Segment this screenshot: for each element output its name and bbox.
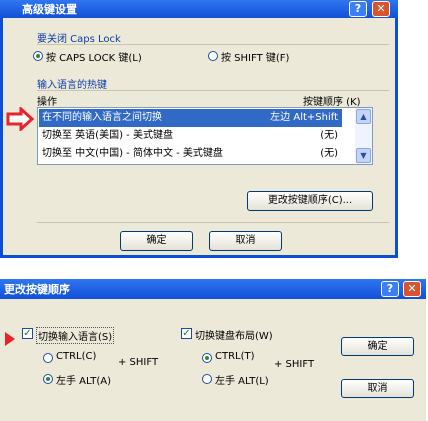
layout-ctrl-radio[interactable] <box>202 353 212 363</box>
action-column-header: 操作 <box>37 97 57 108</box>
change-key-sequence-button[interactable]: 更改按键顺序(C)... <box>247 191 373 211</box>
language-plus-shift-label: + SHIFT <box>118 357 159 368</box>
cancel-button[interactable]: 取消 <box>341 379 414 398</box>
layout-plus-shift-label: + SHIFT <box>274 359 315 370</box>
ok-button[interactable]: 确定 <box>120 231 193 251</box>
hotkey-key: (无) <box>320 130 338 141</box>
switch-language-checkbox[interactable]: ✓ <box>22 328 33 339</box>
shift-option-label: 按 SHIFT 键(F) <box>221 53 290 64</box>
hotkey-row[interactable]: 在不同的输入语言之间切换 左边 Alt+Shift <box>39 109 342 127</box>
key-sequence-column-header: 按键顺序 (K) <box>303 97 361 108</box>
hotkey-action: 在不同的输入语言之间切换 <box>42 112 162 123</box>
title-bar[interactable]: 更改按键顺序 ? ✕ <box>0 279 426 299</box>
divider <box>37 44 389 45</box>
hotkey-action: 切换至 中文(中国) - 简体中文 - 美式键盘 <box>42 148 223 159</box>
language-ctrl-label: CTRL(C) <box>56 351 97 362</box>
shift-radio[interactable] <box>208 51 218 61</box>
switch-layout-label: 切换键盘布局(W) <box>195 331 273 342</box>
dialog-body: 要关闭 Caps Lock 按 CAPS LOCK 键(L) 按 SHIFT 键… <box>3 18 395 255</box>
divider <box>37 90 389 91</box>
hotkey-list[interactable]: 在不同的输入语言之间切换 左边 Alt+Shift 切换至 英语(美国) - 美… <box>37 107 373 165</box>
language-alt-radio[interactable] <box>43 374 53 384</box>
switch-language-label: 切换输入语言(S) <box>36 327 115 344</box>
pointer-marker-icon <box>5 332 15 346</box>
advanced-key-settings-window: 高级键设置 ? ✕ 要关闭 Caps Lock 按 CAPS LOCK 键(L)… <box>0 0 398 258</box>
hotkey-group-title: 输入语言的热键 <box>37 80 107 91</box>
help-button[interactable]: ? <box>381 281 399 297</box>
window-title: 更改按键顺序 <box>4 283 70 296</box>
scroll-up-icon[interactable]: ▲ <box>356 109 371 124</box>
scroll-down-icon[interactable]: ▼ <box>356 148 371 163</box>
switch-layout-checkbox[interactable]: ✓ <box>181 328 192 339</box>
title-bar[interactable]: 高级键设置 ? ✕ <box>0 0 398 18</box>
hotkey-action: 切换至 英语(美国) - 美式键盘 <box>42 130 173 141</box>
caps-lock-radio[interactable] <box>33 51 43 61</box>
hotkey-row[interactable]: 切换至 英语(美国) - 美式键盘 (无) <box>39 127 342 145</box>
language-ctrl-radio[interactable] <box>43 353 53 363</box>
window-title: 高级键设置 <box>22 3 77 16</box>
hotkey-row[interactable]: 切换至 中文(中国) - 简体中文 - 美式键盘 (无) <box>39 145 342 163</box>
pointer-arrow-icon <box>6 107 34 131</box>
divider <box>37 222 389 223</box>
ok-button[interactable]: 确定 <box>341 337 414 356</box>
hotkey-key: 左边 Alt+Shift <box>270 112 338 123</box>
language-alt-label: 左手 ALT(A) <box>56 376 111 387</box>
layout-ctrl-label: CTRL(T) <box>215 351 255 362</box>
layout-alt-label: 左手 ALT(L) <box>215 376 269 387</box>
change-key-sequence-window: 更改按键顺序 ? ✕ ✓ 切换输入语言(S) CTRL(C) + SHIFT 左… <box>0 279 426 421</box>
caps-lock-option-label: 按 CAPS LOCK 键(L) <box>46 53 142 64</box>
caps-lock-group-title: 要关闭 Caps Lock <box>37 34 121 45</box>
layout-alt-radio[interactable] <box>202 374 212 384</box>
cancel-button[interactable]: 取消 <box>209 231 282 251</box>
close-button[interactable]: ✕ <box>403 281 421 297</box>
help-button[interactable]: ? <box>349 1 367 17</box>
scrollbar[interactable]: ▲ ▼ <box>355 108 372 164</box>
close-button[interactable]: ✕ <box>372 1 390 17</box>
hotkey-key: (无) <box>320 148 338 159</box>
